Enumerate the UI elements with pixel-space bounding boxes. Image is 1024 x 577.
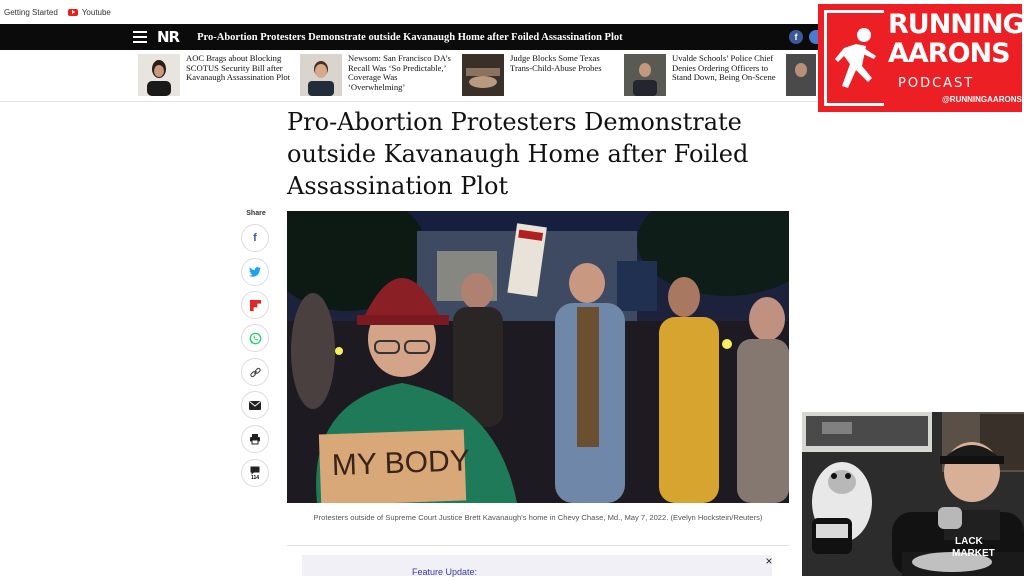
facebook-icon[interactable]: f [241, 224, 269, 252]
facebook-icon[interactable]: f [789, 30, 803, 44]
link-icon[interactable] [241, 358, 269, 386]
shirt-text: LACK [955, 536, 984, 547]
protest-photo-illustration: MY BODY [287, 211, 789, 503]
share-bar: Share [240, 210, 272, 223]
trending-story[interactable]: Judge Blocks Some Texas Trans-Child-Abus… [462, 53, 618, 98]
twitter-icon[interactable] [809, 30, 818, 44]
whatsapp-icon[interactable] [241, 324, 269, 352]
comment-icon [250, 466, 260, 474]
logo-line-2: AARONS [888, 38, 1011, 69]
bookmark-getting-started[interactable]: Getting Started [4, 8, 58, 17]
feature-update-banner[interactable]: Feature Update: [302, 555, 772, 577]
story-thumbnail [624, 54, 666, 96]
story-thumbnail [300, 54, 342, 96]
trending-story[interactable]: Uvalde Schools’ Police Chief Denies Orde… [624, 53, 780, 98]
trending-story[interactable]: Newsom: San Francisco DA’s Recall Was ‘S… [300, 53, 456, 98]
logo-subtitle: PODCAST [898, 76, 975, 91]
email-icon[interactable] [241, 391, 269, 419]
bookmark-youtube[interactable]: Youtube [67, 7, 111, 17]
story-thumbnail [138, 54, 180, 96]
webcam-feed-illustration: LACK MARKET [802, 412, 1024, 576]
flipboard-icon[interactable] [241, 291, 269, 319]
youtube-icon [67, 8, 78, 16]
photo-caption: Protesters outside of Supreme Court Just… [313, 513, 763, 522]
story-title: Judge Blocks Some Texas Trans-Child-Abus… [510, 53, 602, 73]
hamburger-menu-icon[interactable] [133, 31, 147, 43]
webcam-overlay: LACK MARKET [802, 412, 1024, 576]
protest-sign-text: MY BODY [331, 444, 470, 482]
close-icon[interactable]: × [762, 554, 776, 568]
bookmark-label: Getting Started [4, 7, 58, 17]
site-logo[interactable]: NR [157, 28, 180, 46]
site-navbar: NR Pro-Abortion Protesters Demonstrate o… [0, 24, 818, 50]
logo-handle: @RUNNINGAARONS [942, 95, 1022, 104]
article-photo: MY BODY [287, 211, 789, 503]
story-thumbnail [462, 54, 504, 96]
nav-article-title: Pro-Abortion Protesters Demonstrate outs… [197, 31, 623, 43]
story-title: Uvalde Schools’ Police Chief Denies Orde… [672, 53, 776, 83]
bookmarks-bar: Getting Started Youtube [0, 0, 818, 24]
trending-story[interactable]: AOC Brags about Blocking SCOTUS Security… [138, 53, 294, 98]
logo-title: RUNNING AARONS [888, 10, 1024, 68]
bookmark-label: Youtube [81, 7, 111, 17]
comment-count: 114 [250, 474, 260, 481]
story-title: Newsom: San Francisco DA’s Recall Was ‘S… [348, 53, 451, 92]
running-man-icon [835, 28, 876, 88]
logo-line-1: RUNNING [888, 9, 1024, 40]
comment-button[interactable]: 114 [241, 459, 269, 487]
share-label: Share [246, 210, 266, 217]
shirt-text: MARKET [952, 548, 995, 559]
trending-strip: AOC Brags about Blocking SCOTUS Security… [0, 50, 818, 102]
print-icon[interactable] [241, 425, 269, 453]
article-headline: Pro-Abortion Protesters Demonstrate outs… [287, 108, 749, 200]
divider [287, 545, 789, 546]
story-title: AOC Brags about Blocking SCOTUS Security… [186, 53, 291, 83]
twitter-icon[interactable] [241, 258, 269, 286]
podcast-logo: RUNNING AARONS PODCAST @RUNNINGAARONS [818, 4, 1024, 112]
story-thumbnail[interactable] [786, 54, 816, 96]
